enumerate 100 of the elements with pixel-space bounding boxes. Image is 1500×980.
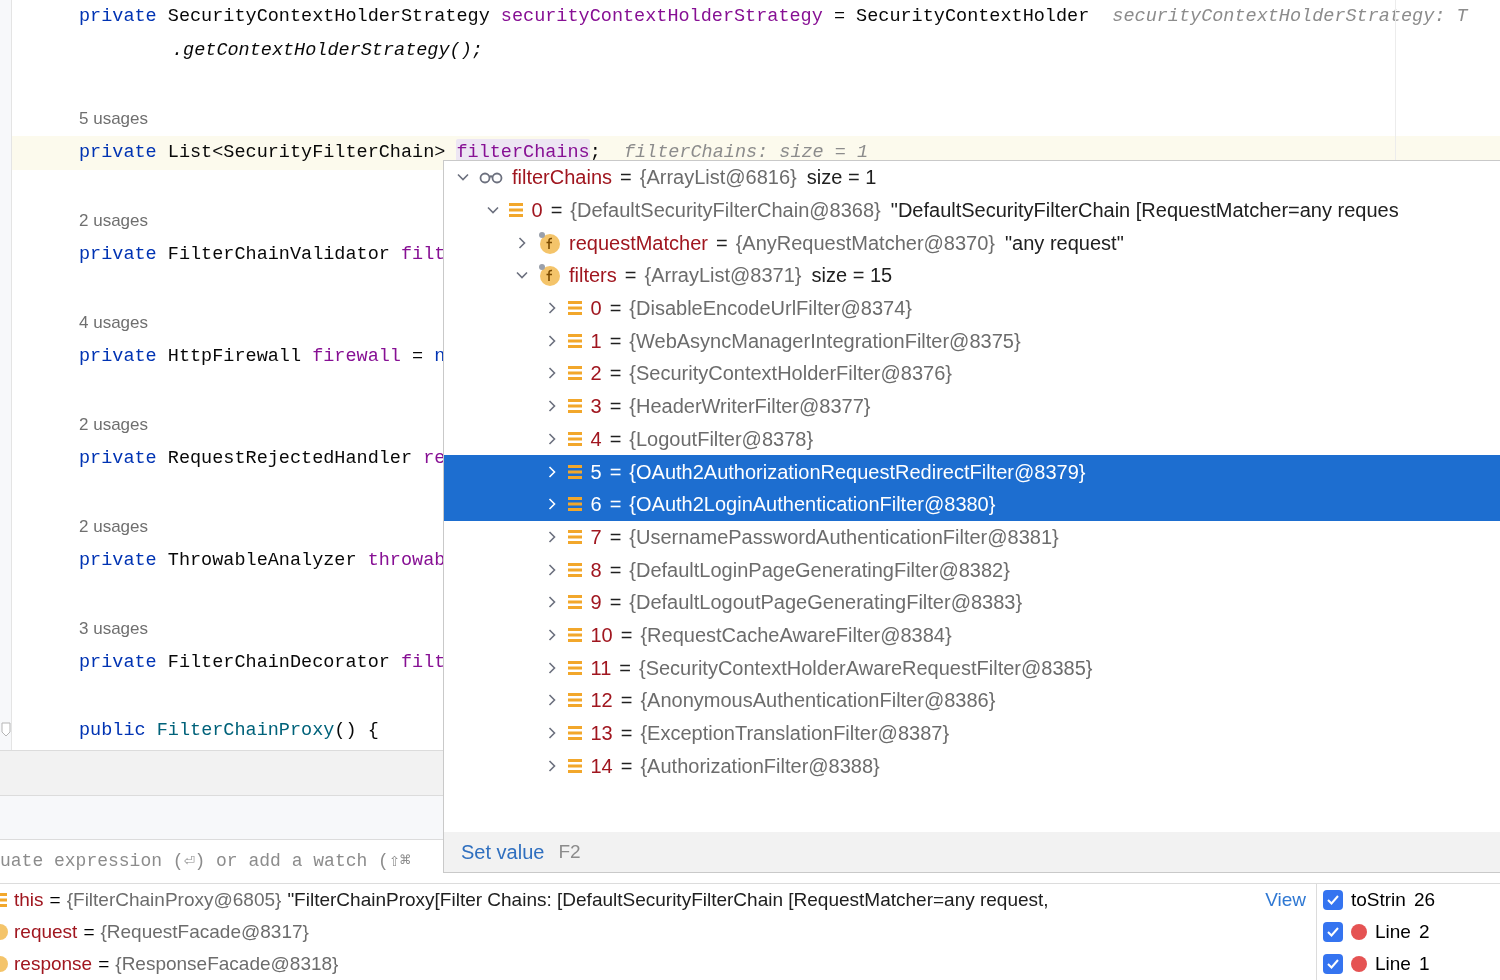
parameter-icon (0, 923, 8, 941)
variable-name: filterChains (512, 165, 613, 191)
breakpoint-label: Line (1375, 951, 1411, 976)
usages-hint[interactable]: 2 usages (79, 514, 148, 540)
list-icon (566, 398, 583, 415)
tree-row[interactable]: filters = {ArrayList@8371} size = 15 (444, 259, 1500, 292)
tree-row[interactable]: 3 = {HeaderWriterFilter@8377} (444, 389, 1500, 423)
variable-value: {ResponseFacade@8318} (115, 951, 339, 976)
list-icon (507, 202, 524, 219)
equals-sign: = (620, 622, 633, 648)
equals-sign: = (609, 296, 622, 322)
code-token: FilterChainValidator (167, 243, 390, 268)
checkbox[interactable] (1323, 890, 1343, 910)
code-token: filt (400, 243, 446, 268)
tree-row[interactable]: 7 = {UsernamePasswordAuthenticationFilter@8381} (444, 520, 1500, 554)
tree-row[interactable]: 13 = {ExceptionTranslationFilter@8387} (444, 716, 1500, 750)
variable-value: {AnyRequestMatcher@8370} (735, 230, 995, 256)
tree-row[interactable]: 14 = {AuthorizationFilter@8388} (444, 749, 1500, 783)
usages-hint[interactable]: 5 usages (79, 106, 148, 132)
breakpoint-line-number: 26 (1413, 887, 1436, 912)
variable-value: {RequestFacade@8317} (100, 919, 309, 944)
code-token: private (79, 5, 157, 30)
variable-name: 7 (590, 524, 602, 550)
variable-value: {AnonymousAuthenticationFilter@8386} (640, 688, 996, 714)
variable-name: 12 (590, 688, 613, 714)
checkbox[interactable] (1323, 954, 1343, 974)
tree-row[interactable]: 0 = {DefaultSecurityFilterChain@8368} "DefaultSecurityFilterChain [RequestMatcher=any reques (444, 193, 1500, 227)
equals-sign: = (620, 721, 633, 747)
tree-row[interactable]: 5 = {OAuth2AuthorizationRequestRedirectFilter@8379} (444, 455, 1500, 488)
code-token: filt (400, 651, 446, 676)
fold-marker-icon[interactable] (0, 722, 12, 738)
breakpoint-row[interactable]: toStrin 26 (1317, 884, 1500, 916)
tree-row[interactable]: 6 = {OAuth2LoginAuthenticationFilter@8380} (444, 487, 1500, 521)
equals-sign: = (609, 492, 622, 518)
field-icon (537, 230, 561, 255)
tree-row[interactable]: 11 = {SecurityContextHolderAwareRequestFilter@8385} (444, 651, 1500, 684)
breakpoint-label: Line (1375, 919, 1411, 944)
equals-sign: = (609, 557, 622, 583)
usages-hint[interactable]: 2 usages (79, 208, 148, 234)
check-icon (1326, 957, 1340, 971)
list-icon (566, 528, 583, 545)
variable-name: 8 (590, 557, 602, 583)
tree-row[interactable]: 4 = {LogoutFilter@8378} (444, 422, 1500, 456)
equals-sign: = (550, 198, 563, 224)
variable-row[interactable]: request = {RequestFacade@8317} (0, 916, 1316, 948)
variable-value: {ArrayList@6816} (639, 165, 797, 191)
equals-sign: = (609, 361, 622, 387)
breakpoint-row[interactable]: Line 1 (1317, 948, 1500, 980)
variable-name: response (14, 951, 93, 976)
code-token: SecurityContextHolder (856, 5, 1090, 30)
usages-hint[interactable]: 2 usages (79, 412, 148, 438)
variable-name: 10 (590, 622, 613, 648)
tree-row[interactable]: requestMatcher = {AnyRequestMatcher@8370} "any request" (444, 226, 1500, 260)
list-icon (566, 725, 583, 742)
variable-value: {ArrayList@8371} (644, 263, 802, 289)
list-icon (566, 332, 583, 349)
code-token: throwab (367, 549, 446, 574)
code-token: .getContextHolderStrategy(); (172, 39, 483, 64)
code-token: public (79, 719, 146, 744)
tree-row[interactable]: 9 = {DefaultLogoutPageGeneratingFilter@8383} (444, 585, 1500, 619)
code-token: RequestRejectedHandler (167, 447, 413, 472)
variable-value: {OAuth2LoginAuthenticationFilter@8380} (629, 492, 996, 518)
breakpoint-row[interactable]: Line 2 (1317, 916, 1500, 948)
equals-sign: = (715, 230, 728, 256)
tree-row[interactable]: 8 = {DefaultLoginPageGeneratingFilter@8382} (444, 553, 1500, 586)
code-token: private (79, 141, 157, 166)
list-icon (566, 365, 583, 382)
checkbox[interactable] (1323, 922, 1343, 942)
variable-row[interactable]: this = {FilterChainProxy@6805} "FilterChainProxy[Filter Chains: [DefaultSecurityFilterChain [RequestMatcher=any request, View (0, 884, 1316, 916)
shortcut-hint: F2 (558, 839, 581, 864)
usages-hint[interactable]: 4 usages (79, 310, 148, 336)
equals-sign: = (609, 328, 622, 354)
tree-row[interactable]: 2 = {SecurityContextHolderFilter@8376} (444, 357, 1500, 390)
tree-row[interactable]: 12 = {AnonymousAuthenticationFilter@8386} (444, 684, 1500, 717)
tree-row[interactable]: 10 = {RequestCacheAwareFilter@8384} (444, 618, 1500, 652)
variable-value: {SecurityContextHolderFilter@8376} (629, 361, 952, 387)
variable-detail: size = 15 (811, 263, 893, 289)
list-icon (566, 594, 583, 611)
tree-row[interactable]: 0 = {DisableEncodeUrlFilter@8374} (444, 291, 1500, 325)
variable-value: {FilterChainProxy@6805} (66, 887, 282, 912)
usages-hint[interactable]: 3 usages (79, 616, 148, 642)
inlay-hint: securityContextHolderStrategy: T (1112, 5, 1468, 30)
set-value-link[interactable]: Set value (461, 837, 545, 867)
check-icon (1326, 893, 1340, 907)
code-token: = (833, 5, 845, 30)
equals-sign: = (609, 394, 622, 420)
list-icon (566, 463, 583, 480)
field-icon (537, 263, 561, 288)
variable-row[interactable]: response = {ResponseFacade@8318} (0, 948, 1316, 980)
variable-value: {DefaultLoginPageGeneratingFilter@8382} (629, 557, 1010, 583)
view-link[interactable]: View (1265, 885, 1306, 915)
variable-name: filters (569, 263, 617, 289)
variable-name: this (14, 887, 44, 912)
equals-sign: = (619, 655, 631, 681)
equals-sign: = (609, 459, 622, 485)
tree-row[interactable]: 1 = {WebAsyncManagerIntegrationFilter@8375} (444, 324, 1500, 358)
variable-name: request (14, 919, 78, 944)
variable-value: {DefaultSecurityFilterChain@8368} (570, 198, 881, 224)
code-token: FilterChainProxy (156, 719, 335, 744)
check-icon (1326, 925, 1340, 939)
